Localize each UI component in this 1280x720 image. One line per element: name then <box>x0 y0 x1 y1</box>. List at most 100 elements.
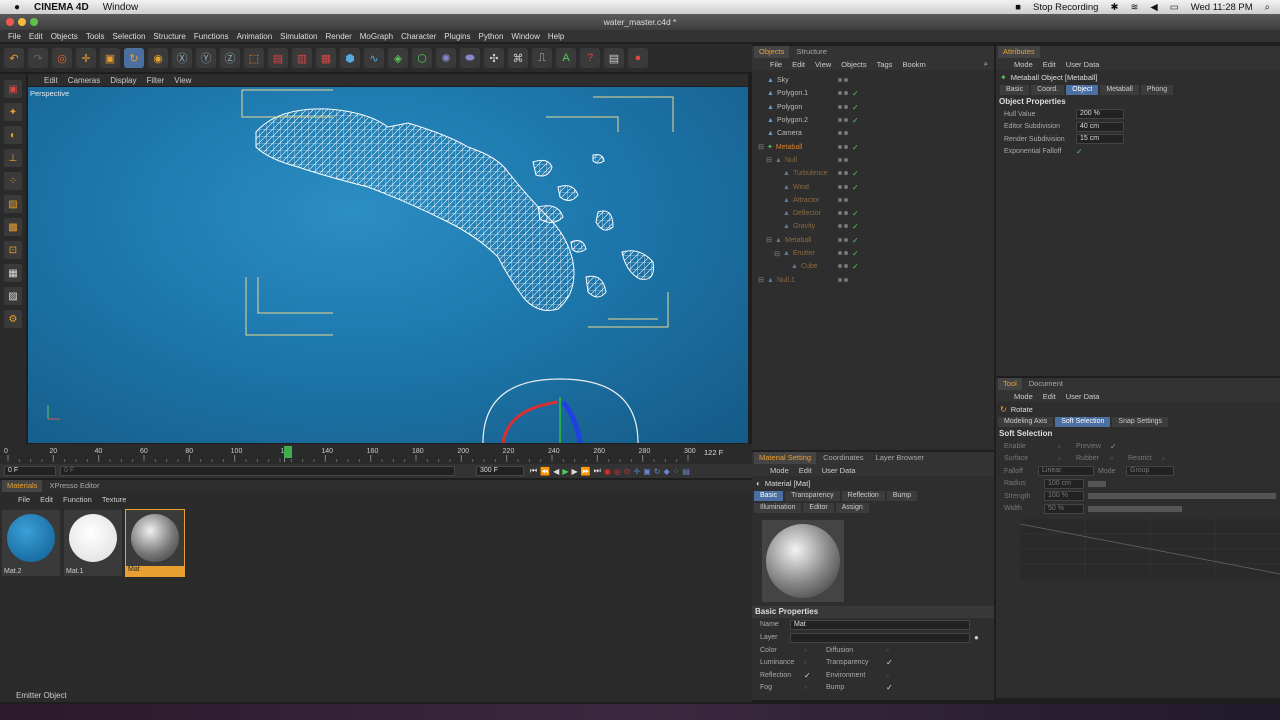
light-icon[interactable]: ⎍ <box>532 48 552 68</box>
record-icon[interactable]: ◉ <box>604 467 611 476</box>
visibility-toggle[interactable] <box>838 144 848 151</box>
sculpt-icon[interactable]: ⚙ <box>4 310 22 328</box>
falloff-select[interactable]: Linear <box>1038 466 1094 477</box>
position-key-icon[interactable]: ✛ <box>633 467 640 476</box>
menu-python[interactable]: Python <box>479 32 504 41</box>
keyframe-selection-icon[interactable]: ⊙ <box>624 467 631 476</box>
tab-structure[interactable]: Structure <box>791 46 831 58</box>
enable-check-icon[interactable]: ✓ <box>852 183 859 192</box>
x-axis-icon[interactable]: Ⓧ <box>172 48 192 68</box>
width-field[interactable]: 50 % <box>1044 503 1084 514</box>
channel-checkbox[interactable]: ✓ <box>886 683 893 692</box>
object-row[interactable]: ⊟ ✦ Metaball ✓ <box>752 140 994 153</box>
editor-subdivision-field[interactable]: 40 cm <box>1076 121 1124 132</box>
matset-menu-mode[interactable]: Mode <box>770 466 789 475</box>
object-name[interactable]: Metaball <box>785 237 837 244</box>
object-row[interactable]: ⊟ ▲ Null.1 <box>752 273 994 286</box>
expand-toggle-icon[interactable]: ⊟ <box>752 156 772 164</box>
help-tool-icon[interactable]: ? <box>580 48 600 68</box>
checker-icon[interactable]: ▨ <box>4 287 22 305</box>
width-slider[interactable] <box>1088 505 1182 512</box>
objects-search-icon[interactable]: ⌕ <box>984 59 994 69</box>
object-row[interactable]: ▲ Sky <box>752 74 994 87</box>
materials-menu-edit[interactable]: Edit <box>40 495 53 504</box>
menu-help[interactable]: Help <box>548 32 564 41</box>
object-row[interactable]: ⊟ ▲ Metaball ✓ <box>752 234 994 247</box>
expand-toggle-icon[interactable]: ⊟ <box>752 236 772 244</box>
tab-materials[interactable]: Materials <box>2 480 43 492</box>
visibility-toggle[interactable] <box>838 130 848 137</box>
go-to-start-icon[interactable]: ⏮ <box>530 466 537 476</box>
enable-check-icon[interactable]: ✓ <box>852 143 859 152</box>
minimize-icon[interactable] <box>18 18 26 26</box>
object-name[interactable]: Turbulence <box>793 170 837 177</box>
visibility-toggle[interactable] <box>838 90 848 97</box>
viewport-menu-view[interactable]: View <box>174 76 191 85</box>
enable-check-icon[interactable]: ✓ <box>852 209 859 218</box>
move-icon[interactable]: ✛ <box>76 48 96 68</box>
visibility-toggle[interactable] <box>838 104 848 111</box>
attr-menu-userdata[interactable]: User Data <box>1066 60 1100 69</box>
object-name[interactable]: Null.1 <box>777 277 837 284</box>
visibility-toggle[interactable] <box>838 250 848 257</box>
objects-menu-view[interactable]: View <box>815 60 831 69</box>
recent-tool-icon[interactable]: ◉ <box>148 48 168 68</box>
layer-arrow-icon[interactable]: ● <box>974 633 979 642</box>
tool-menu-userdata[interactable]: User Data <box>1066 392 1100 401</box>
bluetooth-icon[interactable]: ✱ <box>1110 2 1118 13</box>
objects-menu-bookmarks[interactable]: Bookm <box>902 60 925 69</box>
enable-check-icon[interactable]: ✓ <box>852 249 859 258</box>
object-name[interactable]: Polygon <box>777 104 837 111</box>
layout-icon[interactable]: ▤ <box>604 48 624 68</box>
object-row[interactable]: ▲ Gravity ✓ <box>752 220 994 233</box>
tab-xpresso-editor[interactable]: XPresso Editor <box>44 480 104 492</box>
menu-plugins[interactable]: Plugins <box>444 32 470 41</box>
enable-check-icon[interactable]: ✓ <box>852 116 859 125</box>
object-name[interactable]: Null <box>785 157 837 164</box>
rubber-checkbox[interactable]: ▫ <box>1110 454 1124 463</box>
text-tool-icon[interactable]: A <box>556 48 576 68</box>
visibility-toggle[interactable] <box>838 117 848 124</box>
tab-tool[interactable]: Tool <box>998 378 1022 390</box>
edge-mode-icon[interactable]: ▧ <box>4 195 22 213</box>
menu-tools[interactable]: Tools <box>86 32 105 41</box>
spline-icon[interactable]: ∿ <box>364 48 384 68</box>
viewport-menu-cameras[interactable]: Cameras <box>68 76 100 85</box>
camera-icon[interactable]: ⌘ <box>508 48 528 68</box>
timeline-layout-icon[interactable]: ▤ <box>682 467 690 476</box>
cube-icon[interactable]: ⬢ <box>340 48 360 68</box>
menu-window[interactable]: Window <box>511 32 539 41</box>
menu-structure[interactable]: Structure <box>153 32 185 41</box>
prev-key-icon[interactable]: ⏪ <box>540 467 550 476</box>
apple-icon[interactable]: ● <box>14 2 20 13</box>
autokey-icon[interactable]: ◎ <box>614 467 621 476</box>
tab-attributes[interactable]: Attributes <box>998 46 1040 58</box>
point-mode-icon[interactable]: ⁘ <box>4 172 22 190</box>
mat-tab-transparency[interactable]: Transparency <box>785 491 840 501</box>
y-axis-icon[interactable]: Ⓨ <box>196 48 216 68</box>
object-name[interactable]: Deflector <box>793 210 837 217</box>
visibility-toggle[interactable] <box>838 170 848 177</box>
objects-menu-edit[interactable]: Edit <box>792 60 805 69</box>
axis-mode-icon[interactable]: ⊥ <box>4 149 22 167</box>
visibility-toggle[interactable] <box>838 197 848 204</box>
objects-menu-tags[interactable]: Tags <box>877 60 893 69</box>
visibility-toggle[interactable] <box>838 77 848 84</box>
snap-icon[interactable]: ⊡ <box>4 241 22 259</box>
param-key-icon[interactable]: ◆ <box>663 467 669 476</box>
material-swatch-mat-2[interactable]: Mat.2 <box>2 510 60 576</box>
attr-tab-coord[interactable]: Coord. <box>1031 85 1065 95</box>
channel-checkbox[interactable]: ▫ <box>804 646 826 655</box>
attr-tab-phong[interactable]: Phong <box>1140 85 1174 95</box>
visibility-toggle[interactable] <box>838 210 848 217</box>
polygon-mode-icon[interactable]: ▩ <box>4 218 22 236</box>
rotate-gizmo[interactable] <box>482 378 639 443</box>
mat-tab-assign[interactable]: Assign <box>835 503 869 513</box>
channel-checkbox[interactable]: ✓ <box>804 671 826 680</box>
object-row[interactable]: ▲ Polygon ✓ <box>752 101 994 114</box>
preview-min-field[interactable]: 0 F <box>60 466 455 476</box>
object-name[interactable]: Camera <box>777 130 837 137</box>
render-subdivision-field[interactable]: 15 cm <box>1076 134 1124 145</box>
object-name[interactable]: Polygon.1 <box>777 90 837 97</box>
object-name[interactable]: Gravity <box>793 223 837 230</box>
